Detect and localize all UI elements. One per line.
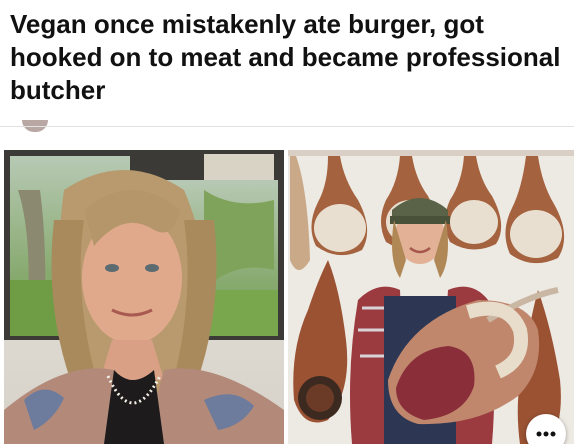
selfie-illustration <box>4 150 284 444</box>
photo-woman-selfie[interactable] <box>4 150 284 444</box>
butcher-illustration <box>288 150 574 444</box>
more-dots-icon <box>536 431 556 437</box>
photo-collage <box>0 150 574 444</box>
post-headline: Vegan once mistakenly ate burger, got ho… <box>10 9 561 105</box>
divider <box>0 126 574 127</box>
photo-butcher-with-hams[interactable] <box>288 150 574 444</box>
